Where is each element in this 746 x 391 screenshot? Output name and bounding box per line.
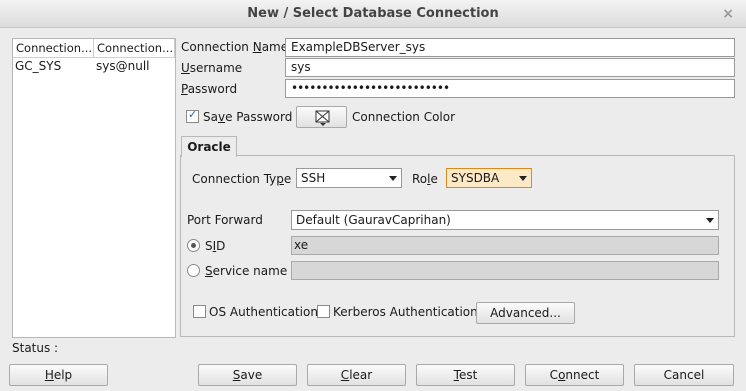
column-header-connection-name[interactable]: Connection... bbox=[13, 39, 94, 57]
connection-color-button[interactable] bbox=[296, 106, 347, 128]
chevron-down-icon bbox=[389, 176, 397, 181]
connection-type-label: Connection Type bbox=[192, 172, 292, 186]
status-label: Status : bbox=[12, 341, 59, 355]
connection-details-cell: sys@null bbox=[96, 59, 150, 73]
help-button[interactable]: Help bbox=[9, 364, 108, 386]
connection-type-select[interactable]: SSH bbox=[296, 168, 402, 188]
window-titlebar: New / Select Database Connection × bbox=[0, 0, 746, 28]
tab-oracle[interactable]: Oracle bbox=[181, 136, 237, 157]
kerberos-authentication-label[interactable]: Kerberos Authentication bbox=[333, 304, 478, 320]
os-authentication-checkbox[interactable] bbox=[193, 305, 206, 318]
window-title: New / Select Database Connection bbox=[247, 6, 499, 21]
connect-button[interactable]: Connect bbox=[525, 364, 624, 386]
connection-name-cell: GC_SYS bbox=[15, 59, 62, 73]
os-authentication-label[interactable]: OS Authentication bbox=[209, 304, 318, 320]
cancel-button[interactable]: Cancel bbox=[634, 364, 734, 386]
service-name-radio[interactable] bbox=[187, 264, 200, 277]
port-forward-label: Port Forward bbox=[187, 213, 263, 227]
column-header-connection-details[interactable]: Connection... bbox=[94, 39, 175, 57]
service-name-label[interactable]: Service name bbox=[205, 263, 287, 279]
username-label: Username bbox=[181, 61, 243, 75]
connection-type-value: SSH bbox=[301, 171, 326, 185]
save-button[interactable]: Save bbox=[198, 364, 297, 386]
username-input[interactable]: sys bbox=[285, 58, 735, 77]
password-label: Password bbox=[181, 82, 238, 96]
advanced-button[interactable]: Advanced... bbox=[476, 302, 575, 324]
role-select[interactable]: SYSDBA bbox=[446, 168, 532, 188]
port-forward-value: Default (GauravCaprihan) bbox=[296, 213, 451, 227]
connection-color-label: Connection Color bbox=[352, 110, 456, 124]
sid-label[interactable]: SID bbox=[205, 238, 225, 254]
service-name-input[interactable] bbox=[291, 261, 719, 280]
clear-button[interactable]: Clear bbox=[307, 364, 406, 386]
sid-radio[interactable] bbox=[187, 239, 200, 252]
sid-input[interactable]: xe bbox=[291, 236, 719, 255]
connection-name-label: Connection Name bbox=[181, 40, 289, 54]
close-icon[interactable]: × bbox=[722, 0, 734, 28]
connections-table-header: Connection... Connection... bbox=[13, 39, 175, 58]
save-password-label[interactable]: Save Password bbox=[203, 109, 292, 125]
role-label: Role bbox=[412, 172, 438, 186]
connection-name-input[interactable]: ExampleDBServer_sys bbox=[285, 38, 735, 57]
color-swatch-icon bbox=[315, 110, 330, 126]
test-button[interactable]: Test bbox=[416, 364, 515, 386]
chevron-down-icon bbox=[519, 176, 527, 181]
chevron-down-icon bbox=[706, 218, 714, 223]
port-forward-select[interactable]: Default (GauravCaprihan) bbox=[291, 210, 719, 230]
save-password-checkbox[interactable] bbox=[186, 108, 199, 123]
connections-table[interactable]: Connection... Connection... GC_SYS sys@n… bbox=[12, 38, 176, 338]
kerberos-authentication-checkbox[interactable] bbox=[317, 305, 330, 318]
password-input[interactable]: •••••••••••••••••••••••••• bbox=[285, 79, 735, 98]
role-value: SYSDBA bbox=[451, 171, 500, 185]
table-row[interactable]: GC_SYS sys@null bbox=[13, 58, 175, 75]
